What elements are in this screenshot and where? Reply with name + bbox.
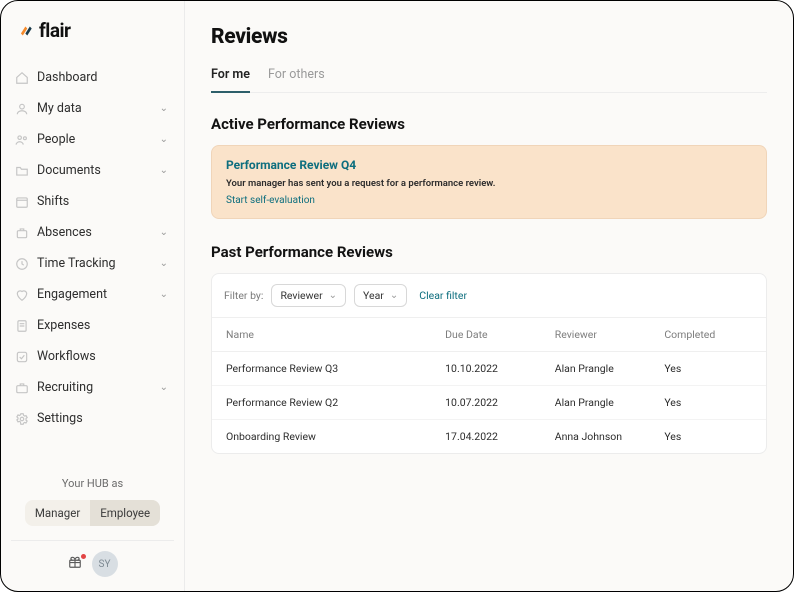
gear-icon (15, 412, 29, 426)
sidebar-item-label: Shifts (37, 194, 69, 209)
sidebar-item-label: Time Tracking (37, 256, 116, 271)
people-icon (15, 133, 29, 147)
suitcase-icon (15, 226, 29, 240)
chevron-down-icon: ⌄ (329, 290, 337, 301)
tab-for-me[interactable]: For me (211, 67, 250, 92)
filter-year-label: Year (363, 289, 384, 302)
cell-reviewer: Alan Prangle (555, 396, 665, 409)
sidebar-item-expenses[interactable]: Expenses (11, 310, 174, 341)
chevron-down-icon: ⌄ (160, 258, 168, 269)
clock-icon (15, 257, 29, 271)
sidebar-item-shifts[interactable]: Shifts (11, 186, 174, 217)
cell-completed: Yes (664, 430, 752, 443)
logo: flair (11, 19, 174, 42)
chevron-down-icon: ⌄ (160, 134, 168, 145)
role-option-manager[interactable]: Manager (25, 500, 90, 526)
cell-name: Performance Review Q3 (226, 362, 445, 375)
app-window: flair Dashboard My data ⌄ People ⌄ Docum… (0, 0, 794, 592)
sidebar-item-label: Expenses (37, 318, 90, 333)
sidebar-footer: SY (11, 540, 174, 583)
sidebar-item-label: People (37, 132, 75, 147)
sidebar-item-label: Recruiting (37, 380, 93, 395)
col-due-date: Due Date (445, 328, 555, 341)
col-completed: Completed (664, 328, 752, 341)
cell-reviewer: Alan Prangle (555, 362, 665, 375)
sidebar: flair Dashboard My data ⌄ People ⌄ Docum… (1, 1, 185, 591)
table-row[interactable]: Performance Review Q3 10.10.2022 Alan Pr… (212, 352, 766, 386)
avatar[interactable]: SY (92, 551, 118, 577)
cell-name: Onboarding Review (226, 430, 445, 443)
active-reviews-title: Active Performance Reviews (211, 115, 767, 133)
nav: Dashboard My data ⌄ People ⌄ Documents ⌄… (11, 62, 174, 467)
sidebar-item-recruiting[interactable]: Recruiting ⌄ (11, 372, 174, 403)
sidebar-item-label: Absences (37, 225, 92, 240)
sidebar-item-people[interactable]: People ⌄ (11, 124, 174, 155)
tab-for-others[interactable]: For others (268, 67, 325, 92)
active-review-card: Performance Review Q4 Your manager has s… (211, 145, 767, 219)
past-reviews-table: Filter by: Reviewer ⌄ Year ⌄ Clear filte… (211, 273, 767, 454)
table-header: Name Due Date Reviewer Completed (212, 318, 766, 352)
chevron-down-icon: ⌄ (160, 103, 168, 114)
cell-due-date: 10.07.2022 (445, 396, 555, 409)
page-title: Reviews (211, 25, 767, 49)
sidebar-item-label: My data (37, 101, 82, 116)
sidebar-item-label: Engagement (37, 287, 107, 302)
chevron-down-icon: ⌄ (160, 289, 168, 300)
home-icon (15, 71, 29, 85)
logo-text: flair (39, 19, 70, 42)
receipt-icon (15, 319, 29, 333)
calendar-icon (15, 195, 29, 209)
sidebar-item-documents[interactable]: Documents ⌄ (11, 155, 174, 186)
tabs: For me For others (211, 67, 767, 93)
sidebar-item-time-tracking[interactable]: Time Tracking ⌄ (11, 248, 174, 279)
col-reviewer: Reviewer (555, 328, 665, 341)
sidebar-item-workflows[interactable]: Workflows (11, 341, 174, 372)
cell-completed: Yes (664, 396, 752, 409)
table-row[interactable]: Onboarding Review 17.04.2022 Anna Johnso… (212, 420, 766, 453)
cell-due-date: 10.10.2022 (445, 362, 555, 375)
sidebar-item-label: Workflows (37, 349, 96, 364)
logo-icon (19, 24, 33, 38)
review-card-desc: Your manager has sent you a request for … (226, 178, 752, 189)
cell-completed: Yes (664, 362, 752, 375)
start-self-evaluation-link[interactable]: Start self-evaluation (226, 195, 752, 206)
filter-row: Filter by: Reviewer ⌄ Year ⌄ Clear filte… (212, 274, 766, 318)
sidebar-item-settings[interactable]: Settings (11, 403, 174, 434)
col-name: Name (226, 328, 445, 341)
sidebar-item-label: Documents (37, 163, 101, 178)
check-icon (15, 350, 29, 364)
past-reviews-title: Past Performance Reviews (211, 243, 767, 261)
table-row[interactable]: Performance Review Q2 10.07.2022 Alan Pr… (212, 386, 766, 420)
cell-due-date: 17.04.2022 (445, 430, 555, 443)
cell-name: Performance Review Q2 (226, 396, 445, 409)
clear-filter-link[interactable]: Clear filter (419, 289, 467, 302)
sidebar-item-dashboard[interactable]: Dashboard (11, 62, 174, 93)
role-option-employee[interactable]: Employee (90, 500, 160, 526)
chevron-down-icon: ⌄ (160, 165, 168, 176)
hub-role-label: Your HUB as (11, 477, 174, 490)
filter-year-button[interactable]: Year ⌄ (354, 284, 407, 307)
filter-by-label: Filter by: (224, 289, 263, 302)
chevron-down-icon: ⌄ (160, 227, 168, 238)
chevron-down-icon: ⌄ (390, 290, 398, 301)
person-icon (15, 102, 29, 116)
role-toggle: Manager Employee (25, 500, 160, 526)
review-card-title: Performance Review Q4 (226, 158, 752, 172)
gift-icon[interactable] (68, 555, 82, 573)
filter-reviewer-label: Reviewer (280, 289, 322, 302)
sidebar-item-label: Settings (37, 411, 83, 426)
cell-reviewer: Anna Johnson (555, 430, 665, 443)
sidebar-item-label: Dashboard (37, 70, 97, 85)
folder-icon (15, 164, 29, 178)
sidebar-item-my-data[interactable]: My data ⌄ (11, 93, 174, 124)
chevron-down-icon: ⌄ (160, 382, 168, 393)
filter-reviewer-button[interactable]: Reviewer ⌄ (271, 284, 346, 307)
sidebar-item-absences[interactable]: Absences ⌄ (11, 217, 174, 248)
main-content: Reviews For me For others Active Perform… (185, 1, 793, 591)
heart-icon (15, 288, 29, 302)
hub-role-section: Your HUB as Manager Employee (11, 477, 174, 540)
sidebar-item-engagement[interactable]: Engagement ⌄ (11, 279, 174, 310)
briefcase-icon (15, 381, 29, 395)
